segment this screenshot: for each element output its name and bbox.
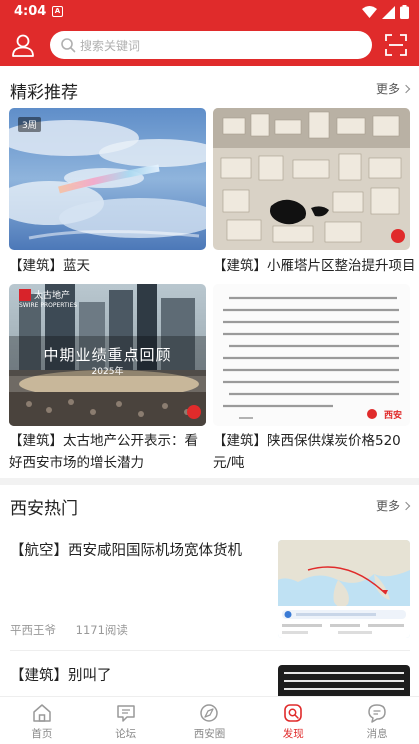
hot-item-image-flight-map[interactable] [278,540,410,638]
card-title-blue-sky[interactable]: 【建筑】蓝天 [9,255,206,277]
nav-forum-label: 论坛 [115,728,137,740]
hot-item-meta: 平西王爷 1171阅读 [10,622,144,638]
nav-circle-label: 西安圈 [193,728,226,740]
status-bar: 4:04 A [0,0,419,26]
nav-discover[interactable]: 发现 [251,697,335,744]
search-bar[interactable]: 搜索关键词 [50,31,372,59]
read-count: 1171阅读 [75,623,128,637]
author-name: 平西王爷 [10,623,56,637]
card-title-pagoda-project[interactable]: 【建筑】小雁塔片区整治提升项目 [213,255,416,277]
architectural-model-photo [213,108,410,250]
card-title-swire[interactable]: 【建筑】太古地产公开表示：看好西安市场的增长潜力 [9,430,209,474]
notification-icon: A [52,6,63,17]
status-time: 4:04 [14,4,47,19]
more-label: 更多 [375,82,400,96]
nav-messages-label: 消息 [366,728,388,740]
featured-more-link[interactable]: 更多 [375,80,411,97]
bottom-nav: 首页 论坛 西安圈 发现 消息 [0,696,419,744]
swire-flag-icon [19,288,31,301]
swire-logo-en: SWIRE PROPERTIES [19,302,78,309]
nav-messages[interactable]: 消息 [335,697,419,744]
scan-icon[interactable] [385,34,407,56]
card-overlay-headline: 中期业绩重点回顾 [43,346,172,364]
nav-home[interactable]: 首页 [0,697,84,744]
circle-icon [200,704,219,722]
hot-item-title[interactable]: 【航空】西安咸阳国际机场宽体货机 [10,540,270,562]
hot-section-title: 西安热门 [10,499,78,519]
list-separator [10,650,410,651]
swire-logo: 太古地产 [19,288,70,301]
document-photo [213,284,410,426]
top-header: 搜索关键词 [0,26,419,66]
hot-item-image-news[interactable] [278,665,410,697]
news-text-thumbnail [278,665,410,697]
card-title-coal-price[interactable]: 【建筑】陕西保供煤炭价格520元/吨 [213,430,411,474]
nav-discover-label: 发现 [282,728,304,740]
signal-icon [382,5,395,19]
wifi-icon [362,5,377,18]
hot-more-link[interactable]: 更多 [375,497,411,514]
nav-home-label: 首页 [31,728,53,740]
forum-icon [116,705,135,722]
card-image-swire[interactable]: 太古地产 SWIRE PROPERTIES 中期业绩重点回顾 2025年 [9,284,206,426]
card-overlay-year: 2025年 [91,367,124,377]
image-count-badge: 3周 [18,117,41,132]
chevron-right-icon [401,501,411,510]
section-divider [0,478,419,485]
card-image-pagoda-project[interactable] [213,108,410,250]
card-image-coal-price[interactable]: 西安 [213,284,410,426]
card-image-blue-sky[interactable]: 3周 [9,108,206,250]
more-label: 更多 [375,499,400,513]
system-icons [362,5,409,19]
message-icon [368,704,386,723]
discover-icon [284,704,303,722]
chevron-right-icon [401,84,411,93]
featured-section-title: 精彩推荐 [10,83,78,103]
search-icon [61,38,76,53]
home-icon [33,704,51,722]
nav-circle[interactable]: 西安圈 [168,697,252,744]
watermark-logo: 西安 [383,411,402,421]
nav-forum[interactable]: 论坛 [84,697,168,744]
swire-logo-cn: 太古地产 [34,291,71,301]
flight-map-thumbnail [278,540,410,638]
user-icon[interactable] [10,32,36,58]
hot-item-title[interactable]: 【建筑】别叫了 [10,665,270,687]
search-placeholder: 搜索关键词 [80,39,141,53]
battery-icon [400,5,409,19]
